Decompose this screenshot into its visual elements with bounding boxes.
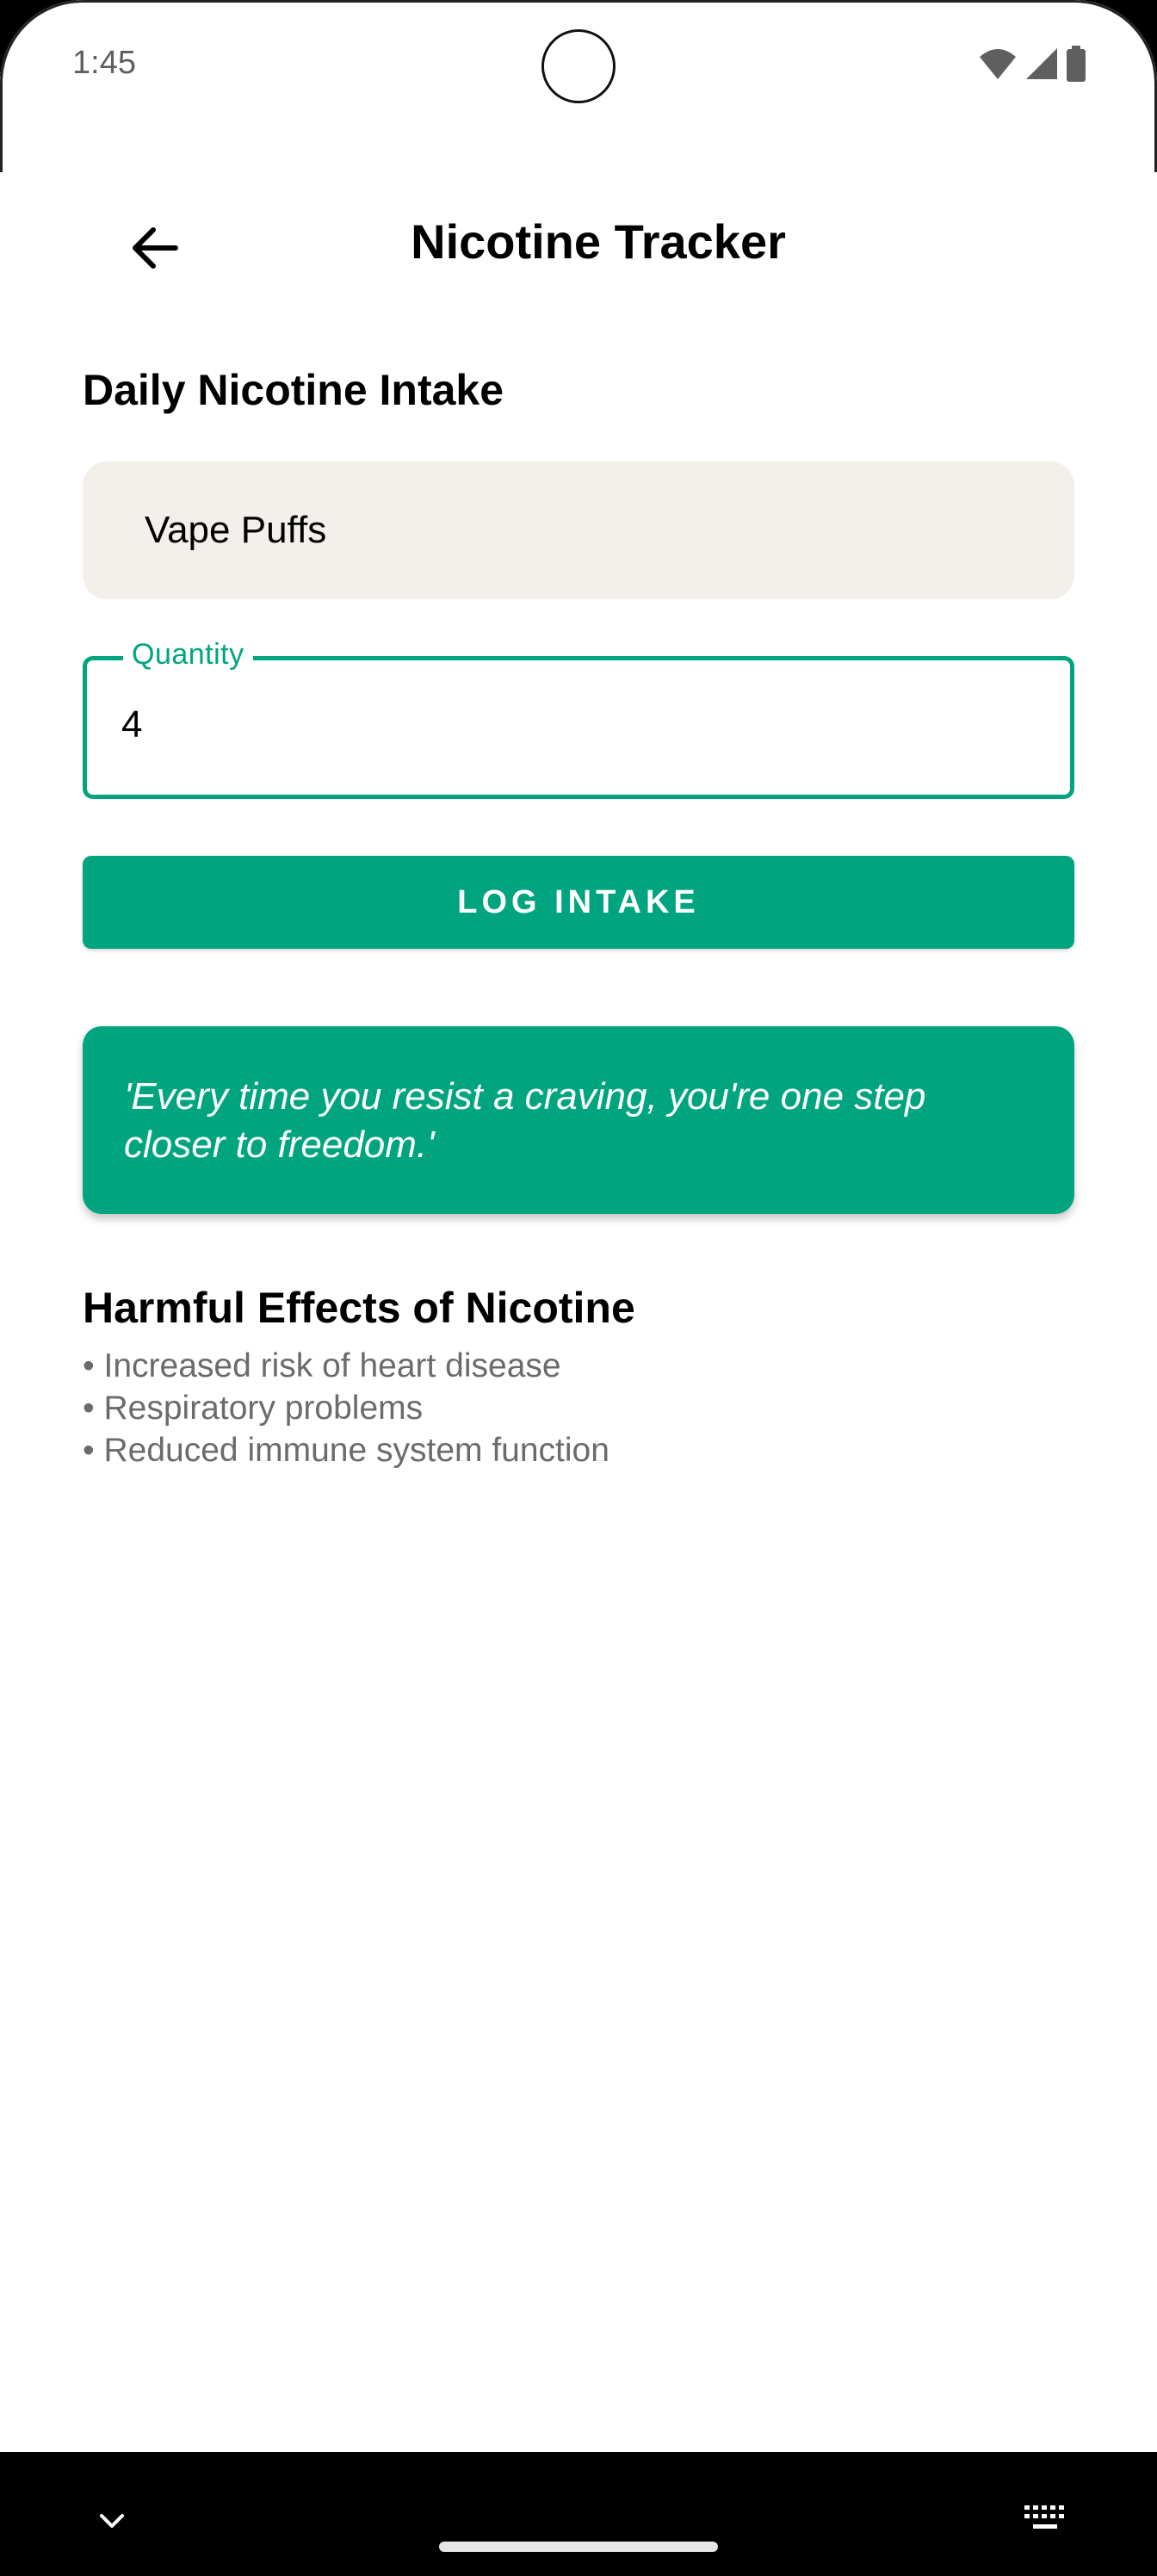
home-indicator[interactable] xyxy=(439,2542,718,2552)
quantity-input[interactable] xyxy=(121,703,1034,746)
front-camera xyxy=(541,29,616,103)
keyboard-icon[interactable] xyxy=(1023,2504,1067,2533)
status-bar: 1:45 xyxy=(0,0,1157,129)
intake-section-title: Daily Nicotine Intake xyxy=(83,366,504,414)
effects-title: Harmful Effects of Nicotine xyxy=(83,1284,635,1332)
nicotine-type-select[interactable]: Vape Puffs xyxy=(83,461,1074,599)
status-time: 1:45 xyxy=(72,45,136,81)
chevron-down-icon[interactable] xyxy=(93,2507,131,2535)
navigation-bar xyxy=(0,2452,1157,2576)
effect-item: • Respiratory problems xyxy=(83,1390,424,1427)
nicotine-type-value: Vape Puffs xyxy=(145,509,327,551)
battery-icon xyxy=(1067,46,1086,82)
status-icons xyxy=(978,45,1086,83)
phone-screen: 1:45 Nicotine Tracker Daily Nicotine Int… xyxy=(0,0,1157,2576)
cellular-signal-icon xyxy=(1026,48,1057,79)
wifi-icon xyxy=(980,49,1016,79)
motivational-quote-card: 'Every time you resist a craving, you're… xyxy=(83,1026,1074,1214)
quantity-label: Quantity xyxy=(123,638,253,672)
quantity-field[interactable]: Quantity xyxy=(83,638,1074,799)
effect-item: • Reduced immune system function xyxy=(83,1432,609,1469)
log-intake-button[interactable]: LOG INTAKE xyxy=(83,856,1074,949)
motivational-quote: 'Every time you resist a craving, you're… xyxy=(124,1075,926,1166)
page-title: Nicotine Tracker xyxy=(411,214,786,269)
effects-list: • Increased risk of heart disease • Resp… xyxy=(83,1345,609,1471)
effect-item: • Increased risk of heart disease xyxy=(83,1347,561,1384)
